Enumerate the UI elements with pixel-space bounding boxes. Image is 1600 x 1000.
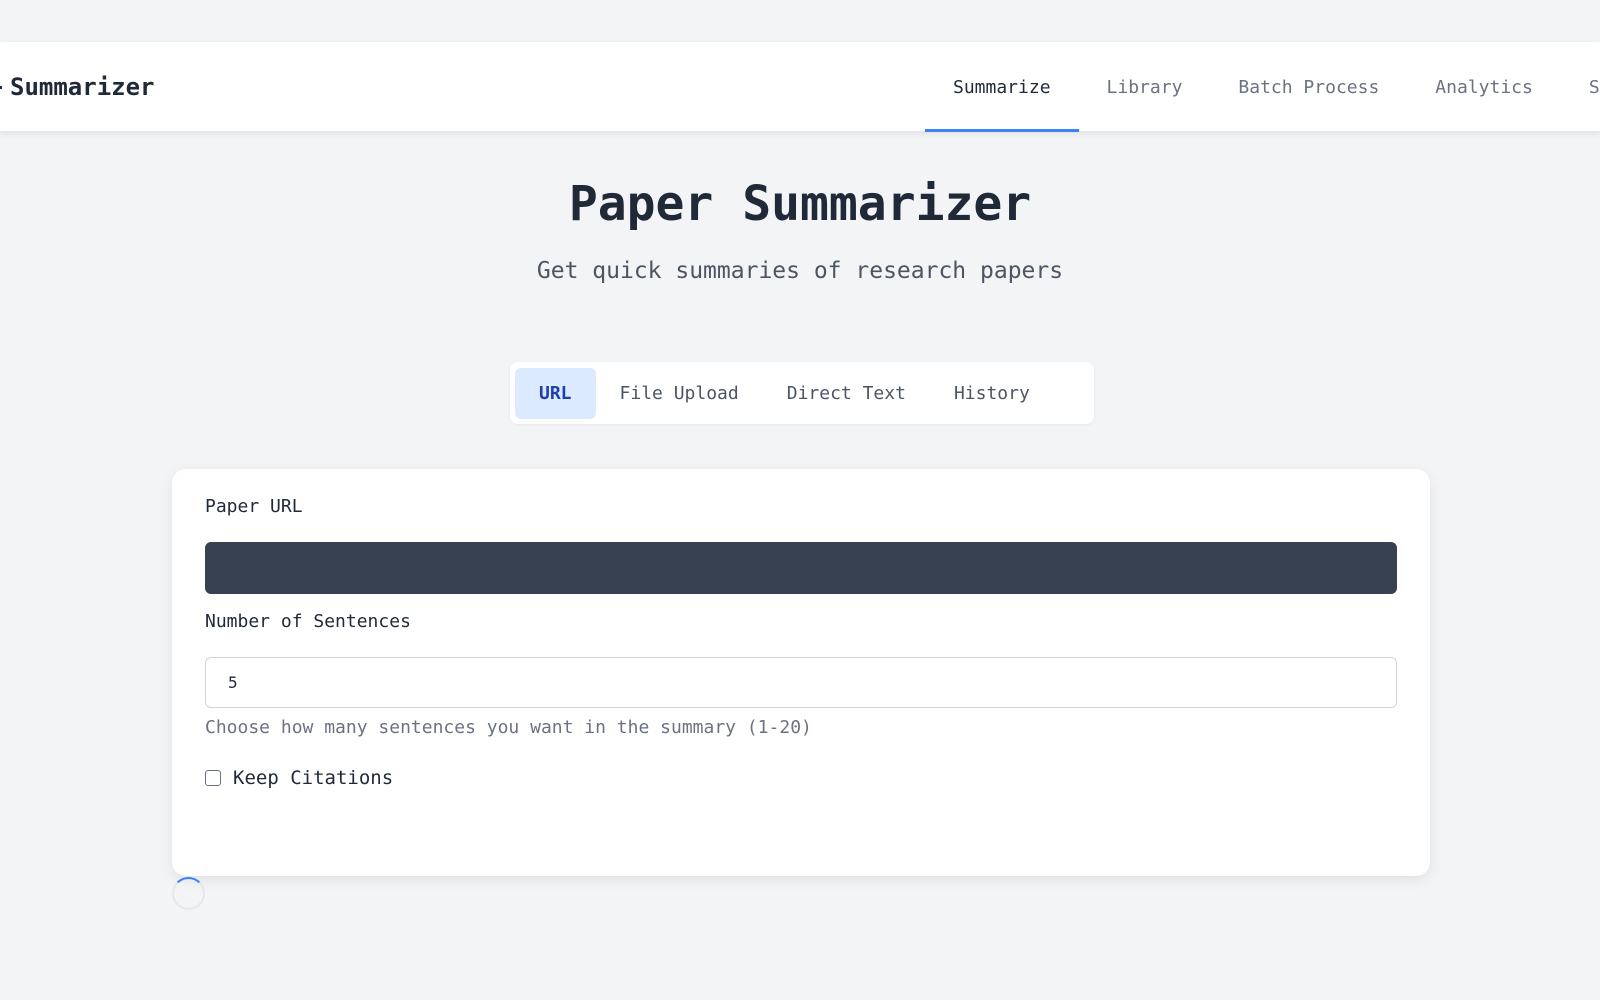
brand-name: Summarizer: [10, 73, 155, 101]
nav-item-summarize[interactable]: Summarize: [925, 42, 1079, 132]
main-nav: Summarize Library Batch Process Analytic…: [925, 42, 1600, 132]
sentences-hint: Choose how many sentences you want in th…: [205, 717, 812, 738]
keep-citations-checkbox[interactable]: [205, 770, 221, 786]
brand-logo-icon: [0, 85, 2, 89]
input-mode-tabs: URL File Upload Direct Text History: [510, 362, 1094, 424]
nav-item-analytics[interactable]: Analytics: [1407, 42, 1561, 132]
keep-citations-label[interactable]: Keep Citations: [233, 767, 393, 789]
sentences-number-input[interactable]: 5: [205, 657, 1397, 708]
top-navbar: Summarizer Summarize Library Batch Proce…: [0, 42, 1600, 132]
nav-item-batch-process[interactable]: Batch Process: [1210, 42, 1407, 132]
paper-url-label: Paper URL: [205, 496, 303, 517]
brand[interactable]: Summarizer: [0, 42, 155, 132]
nav-item-settings[interactable]: Se: [1561, 42, 1600, 132]
tab-history[interactable]: History: [930, 368, 1054, 419]
keep-citations-row[interactable]: Keep Citations: [205, 767, 393, 789]
tab-file-upload[interactable]: File Upload: [596, 368, 763, 419]
tab-url[interactable]: URL: [515, 367, 596, 419]
loading-spinner-icon: [172, 877, 205, 910]
tab-direct-text[interactable]: Direct Text: [763, 368, 930, 419]
nav-item-library[interactable]: Library: [1079, 42, 1211, 132]
summarize-form-card: Paper URL Number of Sentences 5 Choose h…: [172, 469, 1430, 876]
page-subtitle: Get quick summaries of research papers: [536, 258, 1064, 284]
paper-url-input[interactable]: [205, 542, 1397, 594]
page-title: Paper Summarizer: [568, 176, 1032, 232]
sentences-label: Number of Sentences: [205, 611, 411, 632]
